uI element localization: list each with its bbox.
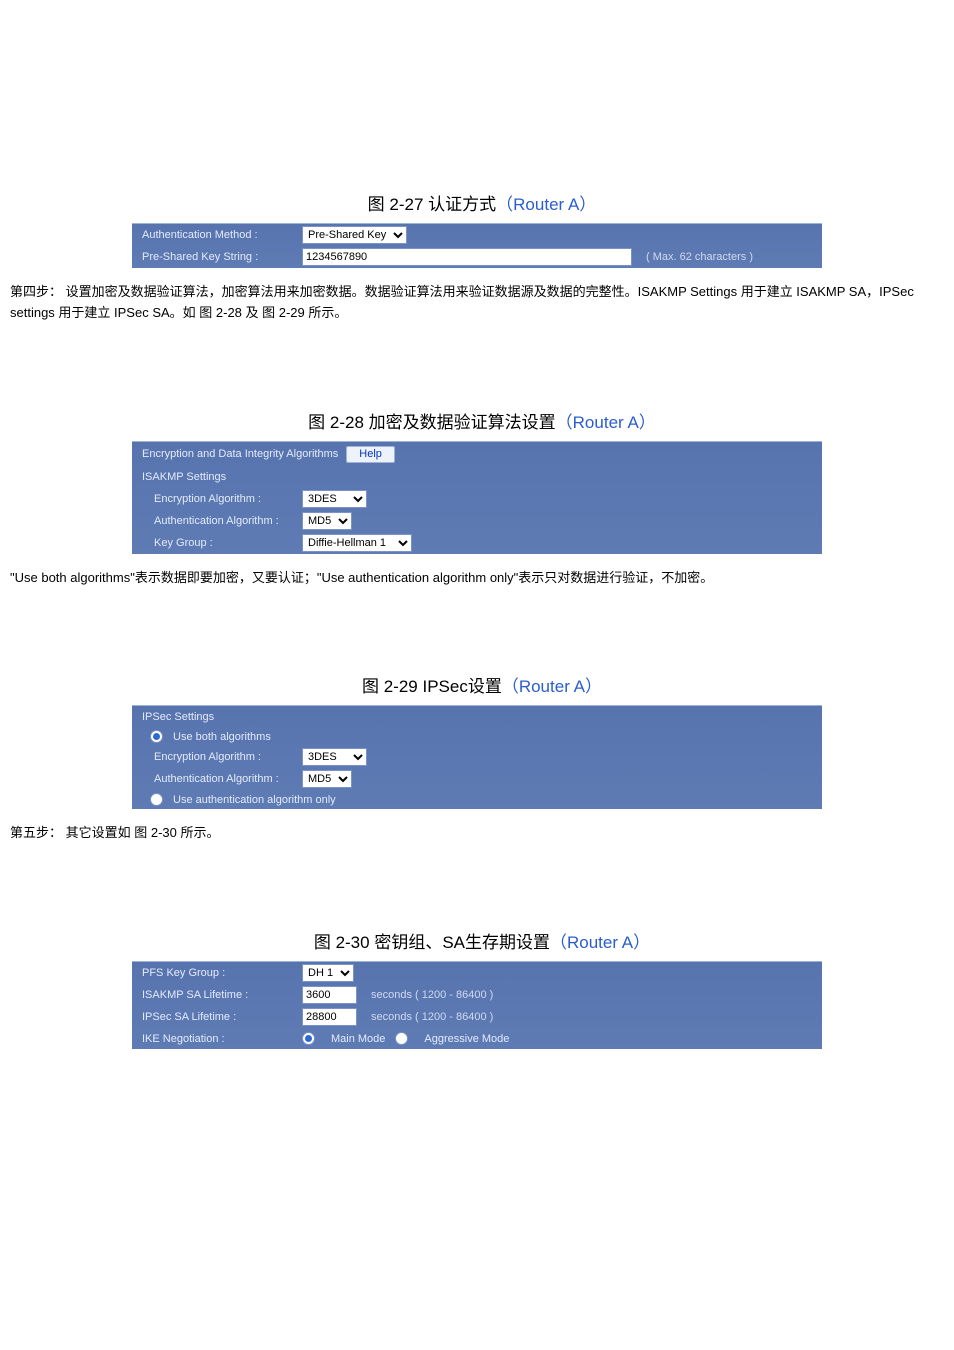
fig27-para: 第四步： 设置加密及数据验证算法，加密算法用来加密数据。数据验证算法用来验证数据… — [10, 282, 944, 324]
use-both-radio[interactable] — [150, 730, 163, 743]
fig28-heading: 图 2-28 加密及数据验证算法设置（Router A） — [10, 408, 954, 433]
ike-main-radio[interactable] — [302, 1032, 315, 1045]
isakmp-keygrp-select[interactable]: Diffie-Hellman 1 — [302, 534, 412, 552]
ipsec-life-hint: seconds ( 1200 - 86400 ) — [371, 1011, 493, 1023]
fig27-heading-text: 图 2-27 认证方式 — [368, 195, 496, 214]
isakmp-enc-select[interactable]: 3DES — [302, 490, 367, 508]
pfs-label: PFS Key Group : — [142, 967, 302, 979]
auth-method-select[interactable]: Pre-Shared Key — [302, 226, 407, 244]
use-both-radio-row[interactable]: Use both algorithms — [132, 727, 822, 746]
isakmp-panel: Encryption and Data Integrity Algorithms… — [132, 441, 822, 554]
ipsec-enc-label: Encryption Algorithm : — [142, 751, 302, 763]
ipsec-auth-select[interactable]: MD5 — [302, 770, 352, 788]
isakmp-life-label: ISAKMP SA Lifetime : — [142, 989, 302, 1001]
psk-hint: ( Max. 62 characters ) — [646, 251, 753, 263]
fig27-heading-paren: （Router A） — [496, 195, 596, 214]
use-auth-only-label: Use authentication algorithm only — [173, 794, 336, 806]
isakmp-auth-label: Authentication Algorithm : — [142, 515, 302, 527]
ike-label: IKE Negotiation : — [142, 1033, 302, 1045]
lifetime-panel: PFS Key Group : DH 1 ISAKMP SA Lifetime … — [132, 961, 822, 1049]
fig30-heading: 图 2-30 密钥组、SA生存期设置（Router A） — [10, 928, 954, 953]
use-both-label: Use both algorithms — [173, 731, 271, 743]
fig28-heading-paren: （Router A） — [556, 413, 656, 432]
ike-main-label: Main Mode — [331, 1033, 385, 1045]
psk-label: Pre-Shared Key String : — [142, 251, 302, 263]
fig29-para: 第五步： 其它设置如 图 2-30 所示。 — [10, 823, 944, 844]
isakmp-keygrp-label: Key Group : — [142, 537, 302, 549]
isakmp-enc-label: Encryption Algorithm : — [142, 493, 302, 505]
ipsec-settings-header: IPSec Settings — [142, 711, 214, 723]
fig30-heading-paren: （Router A） — [550, 933, 650, 952]
use-auth-only-radio[interactable] — [150, 793, 163, 806]
help-button[interactable]: Help — [346, 446, 395, 463]
fig28-heading-text: 图 2-28 加密及数据验证算法设置 — [308, 413, 555, 432]
auth-method-label: Authentication Method : — [142, 229, 302, 241]
ipsec-auth-label: Authentication Algorithm : — [142, 773, 302, 785]
psk-input[interactable] — [302, 248, 632, 266]
isakmp-auth-select[interactable]: MD5 — [302, 512, 352, 530]
isakmp-life-hint: seconds ( 1200 - 86400 ) — [371, 989, 493, 1001]
isakmp-life-input[interactable] — [302, 986, 357, 1004]
fig28-para: "Use both algorithms"表示数据即要加密，又要认证；"Use … — [10, 568, 944, 589]
ipsec-panel: IPSec Settings Use both algorithms Encry… — [132, 705, 822, 809]
use-auth-only-radio-row[interactable]: Use authentication algorithm only — [132, 790, 822, 809]
ike-aggr-label: Aggressive Mode — [424, 1033, 509, 1045]
enc-integrity-label: Encryption and Data Integrity Algorithms — [142, 448, 338, 460]
fig30-heading-text: 图 2-30 密钥组、SA生存期设置 — [314, 933, 550, 952]
ipsec-enc-select[interactable]: 3DES — [302, 748, 367, 766]
fig29-heading-paren: （Router A） — [502, 677, 602, 696]
pfs-select[interactable]: DH 1 — [302, 964, 354, 982]
auth-method-panel: Authentication Method : Pre-Shared Key P… — [132, 223, 822, 268]
fig29-heading: 图 2-29 IPSec设置（Router A） — [10, 672, 954, 697]
fig29-heading-text: 图 2-29 IPSec设置 — [362, 677, 502, 696]
ike-aggr-radio[interactable] — [395, 1032, 408, 1045]
ipsec-life-input[interactable] — [302, 1008, 357, 1026]
ipsec-life-label: IPSec SA Lifetime : — [142, 1011, 302, 1023]
fig27-heading: 图 2-27 认证方式（Router A） — [10, 190, 954, 215]
isakmp-settings-header: ISAKMP Settings — [142, 471, 226, 483]
